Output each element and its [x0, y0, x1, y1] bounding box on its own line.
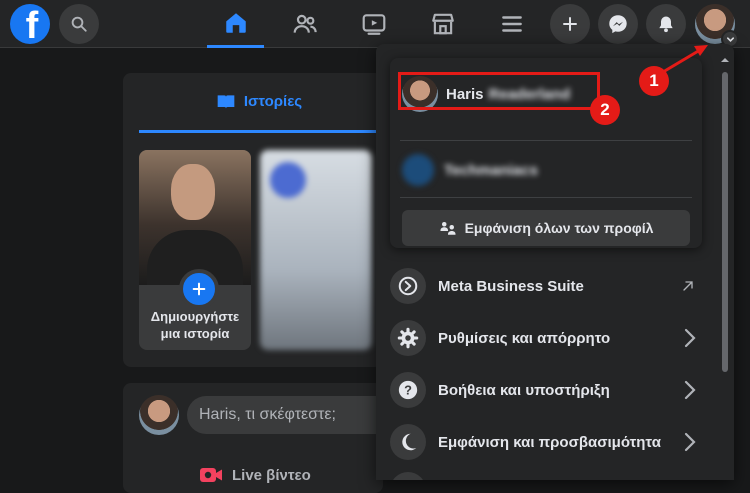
- composer-card: Haris, τι σκέφτεστε; Live βίντεο: [123, 383, 397, 493]
- top-navigation-bar: f: [0, 0, 750, 48]
- plus-icon: [563, 17, 577, 31]
- create-button[interactable]: [550, 4, 590, 44]
- menu-item-label: Ρυθμίσεις και απόρρητο: [438, 329, 611, 347]
- notifications-button[interactable]: [646, 4, 686, 44]
- story-tile[interactable]: [260, 150, 372, 350]
- help-icon-wrap: ?: [390, 372, 426, 408]
- annotation-marker-2: 2: [590, 95, 620, 125]
- plus-icon: [192, 282, 206, 296]
- menu-scrollbar[interactable]: [720, 52, 730, 480]
- composer-input[interactable]: Haris, τι σκέφτεστε;: [187, 396, 397, 434]
- book-icon: [217, 94, 235, 109]
- nav-tab-menu[interactable]: [483, 0, 540, 48]
- chevron-right-icon: [684, 432, 696, 452]
- watch-icon: [362, 14, 385, 35]
- chevron-right-icon: [684, 328, 696, 348]
- story-photo: [139, 150, 251, 285]
- meta-business-icon: [398, 276, 418, 296]
- gear-icon-wrap: [390, 320, 426, 356]
- create-story-plus-button[interactable]: [179, 269, 219, 309]
- menu-item-partial[interactable]: [390, 472, 426, 480]
- messenger-button[interactable]: [598, 4, 638, 44]
- external-arrow-icon: [683, 281, 693, 291]
- search-icon: [71, 16, 87, 32]
- composer-avatar: [139, 395, 179, 435]
- menu-item-label: Meta Business Suite: [438, 277, 584, 295]
- scroll-up-arrow-icon: [721, 58, 729, 62]
- switch-profiles-icon: [440, 222, 456, 235]
- menu-item-help-support[interactable]: ? Βοήθεια και υποστήριξη: [386, 368, 698, 412]
- create-story-tile[interactable]: Δημιουργήστε μια ιστορία: [139, 150, 251, 350]
- nav-tab-watch[interactable]: [345, 0, 402, 48]
- friends-icon: [293, 14, 317, 33]
- chevron-down-icon: [726, 36, 734, 42]
- live-video-label: Live βίντεο: [232, 466, 311, 484]
- scrollbar-thumb[interactable]: [722, 72, 728, 372]
- chevron-right-icon: [684, 380, 696, 400]
- home-icon: [225, 12, 246, 33]
- nav-tab-friends[interactable]: [276, 0, 333, 48]
- divider: [400, 140, 692, 141]
- facebook-logo[interactable]: f: [10, 4, 50, 44]
- marketplace-icon: [431, 13, 454, 35]
- menu-item-settings-privacy[interactable]: Ρυθμίσεις και απόρρητο: [386, 316, 698, 360]
- meta-business-icon-wrap: [390, 268, 426, 304]
- menu-icon: [501, 16, 522, 32]
- logo-letter: f: [25, 5, 39, 44]
- moon-icon-wrap: [390, 424, 426, 460]
- account-avatar-button[interactable]: [695, 4, 739, 48]
- live-video-icon: [200, 468, 222, 482]
- divider: [400, 197, 692, 198]
- moon-icon: [402, 433, 417, 451]
- help-icon: ?: [398, 380, 418, 400]
- menu-item-label: Βοήθεια και υποστήριξη: [438, 381, 610, 399]
- stories-card: Ιστορίες Δημιουργήστε μια ιστορία: [123, 73, 383, 367]
- live-video-button[interactable]: Live βίντεο: [199, 461, 311, 489]
- tab-stories[interactable]: Ιστορίες: [139, 73, 379, 133]
- search-button[interactable]: [59, 4, 99, 44]
- see-all-profiles-label: Εμφάνιση όλων των προφίλ: [464, 220, 654, 236]
- messenger-icon: [609, 15, 627, 34]
- page-profile-row[interactable]: Techmaniacs: [400, 152, 690, 188]
- page-name: Techmaniacs: [444, 161, 538, 179]
- create-story-label: Δημιουργήστε μια ιστορία: [150, 309, 240, 341]
- menu-item-meta-business-suite[interactable]: Meta Business Suite: [386, 264, 698, 308]
- nav-tab-marketplace[interactable]: [414, 0, 471, 48]
- see-all-profiles-button[interactable]: Εμφάνιση όλων των προφίλ: [402, 210, 690, 246]
- stories-tab-label: Ιστορίες: [243, 93, 303, 110]
- svg-text:?: ?: [404, 383, 412, 398]
- annotation-marker-1: 1: [639, 66, 669, 96]
- nav-tab-home[interactable]: [207, 0, 264, 48]
- gear-icon: [397, 327, 419, 349]
- page-avatar: [402, 154, 434, 186]
- menu-item-label: Εμφάνιση και προσβασιμότητα: [438, 433, 661, 451]
- menu-item-display-accessibility[interactable]: Εμφάνιση και προσβασιμότητα: [386, 420, 698, 464]
- bell-icon: [659, 16, 673, 33]
- composer-placeholder: Haris, τι σκέφτεστε;: [199, 406, 336, 423]
- annotation-highlight-box: [398, 72, 600, 110]
